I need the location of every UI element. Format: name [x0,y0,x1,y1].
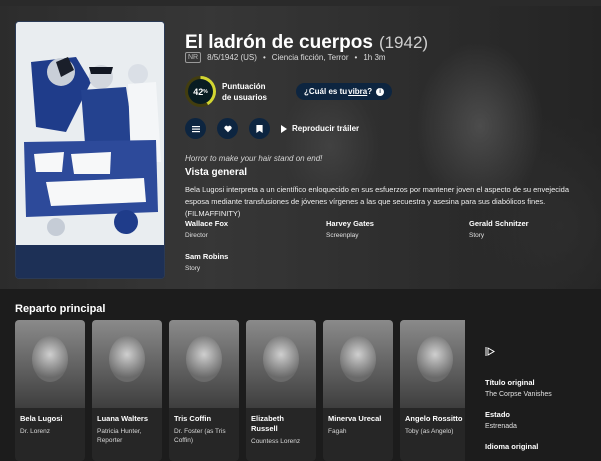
crew-member: Wallace Fox Director [185,219,315,239]
vibe-link[interactable]: vibra [348,87,367,96]
cast-card[interactable]: Tris Coffin Dr. Foster (as Tris Coffin) [169,320,239,461]
play-trailer-button[interactable]: Reproducir tráiler [281,124,359,133]
cast-name[interactable]: Luana Walters [92,408,162,424]
movie-facts: NR 8/5/1942 (US) • Ciencia ficción, Terr… [185,52,386,63]
crew-job: Story [469,232,485,239]
cast-photo [169,320,239,408]
movie-title[interactable]: El ladrón de cuerpos [185,32,373,54]
status-label: Estado [485,410,511,419]
crew-name[interactable]: Sam Robins [185,252,315,261]
info-icon[interactable]: i [376,87,385,96]
crew-member: Sam Robins Story [185,252,315,272]
crew-name[interactable]: Wallace Fox [185,219,315,228]
bookmark-icon[interactable] [249,118,270,139]
cast-name[interactable]: Tris Coffin [169,408,239,424]
vibe-suffix: ? [367,87,373,96]
social-share-icon[interactable] [485,346,595,360]
original-title-label: Título original [485,378,535,387]
poster-artwork [16,22,164,245]
cast-card[interactable]: Bela Lugosi Dr. Lorenz [15,320,85,461]
tagline: Horror to make your hair stand on end! [185,154,323,163]
crew-name[interactable]: Gerald Schnitzer [469,219,599,228]
crew-job: Director [185,232,208,239]
crew-member: Gerald Schnitzer Story [469,219,599,239]
runtime: 1h 3m [363,53,386,62]
movie-year: (1942) [378,33,429,52]
bullet-separator: • [354,53,358,62]
cast-role: Dr. Lorenz [20,428,50,435]
original-title-value: The Corpse Vanishes [485,391,552,398]
release-date: 8/5/1942 (US) [207,53,257,62]
crew-name[interactable]: Harvey Gates [326,219,456,228]
cast-photo [15,320,85,408]
play-icon [281,124,287,133]
cast-name[interactable]: Angelo Rossitto [400,408,465,424]
original-language-label: Idioma original [485,442,539,451]
cast-role: Countess Lorenz [251,438,301,445]
cast-name[interactable]: Elizabeth Russell [246,408,316,434]
play-trailer-label: Reproducir tráiler [292,124,360,133]
poster-bottom-band [16,245,164,278]
score-section: 42% Puntuación de usuarios ¿Cuál es tu v… [185,76,393,107]
cast-card[interactable]: Luana Walters Patricia Hunter, Reporter [92,320,162,461]
bullet-separator: • [262,53,266,62]
movie-poster[interactable] [15,21,165,279]
crew-member: Harvey Gates Screenplay [326,219,456,239]
cast-name[interactable]: Bela Lugosi [15,408,85,424]
certification-badge: NR [185,52,202,63]
cast-role: Toby (as Angelo) [405,428,454,435]
user-score-label: Puntuación de usuarios [222,81,267,102]
overview-heading: Vista general [185,167,248,178]
cast-photo [246,320,316,408]
cast-card[interactable]: Minerva Urecal Fagah [323,320,393,461]
cast-role: Dr. Foster (as Tris Coffin) [174,428,226,444]
cast-photo [400,320,465,408]
cast-name[interactable]: Minerva Urecal [323,408,393,424]
action-bar: Reproducir tráiler [185,118,359,139]
genres[interactable]: Ciencia ficción, Terror [272,53,349,62]
user-score-value: 42% [188,79,213,104]
poster-illustration [16,22,164,245]
status-value: Estrenada [485,423,517,430]
cast-photo [92,320,162,408]
hero-backdrop: El ladrón de cuerpos (1942) NR 8/5/1942 … [0,6,601,289]
crew-job: Story [185,265,201,272]
cast-role: Fagah [328,428,347,435]
cast-section-title: Reparto principal [15,303,106,315]
vibe-button[interactable]: ¿Cuál es tu vibra ? i [296,83,393,100]
cast-card[interactable]: Angelo Rossitto Toby (as Angelo) [400,320,465,461]
list-icon[interactable] [185,118,206,139]
crew-job: Screenplay [326,232,359,239]
facts-sidebar: Título original The Corpse Vanishes Esta… [485,346,595,451]
vibe-prefix: ¿Cuál es tu [304,87,348,96]
cast-role: Patricia Hunter, Reporter [97,428,142,444]
cast-card[interactable]: Elizabeth Russell Countess Lorenz [246,320,316,461]
overview-text: Bela Lugosi interpreta a un científico e… [185,185,569,218]
user-score-chart: 42% [185,76,216,107]
cast-photo [323,320,393,408]
cast-scroller[interactable]: Bela Lugosi Dr. Lorenz Luana Walters Pat… [15,320,465,461]
heart-icon[interactable] [217,118,238,139]
